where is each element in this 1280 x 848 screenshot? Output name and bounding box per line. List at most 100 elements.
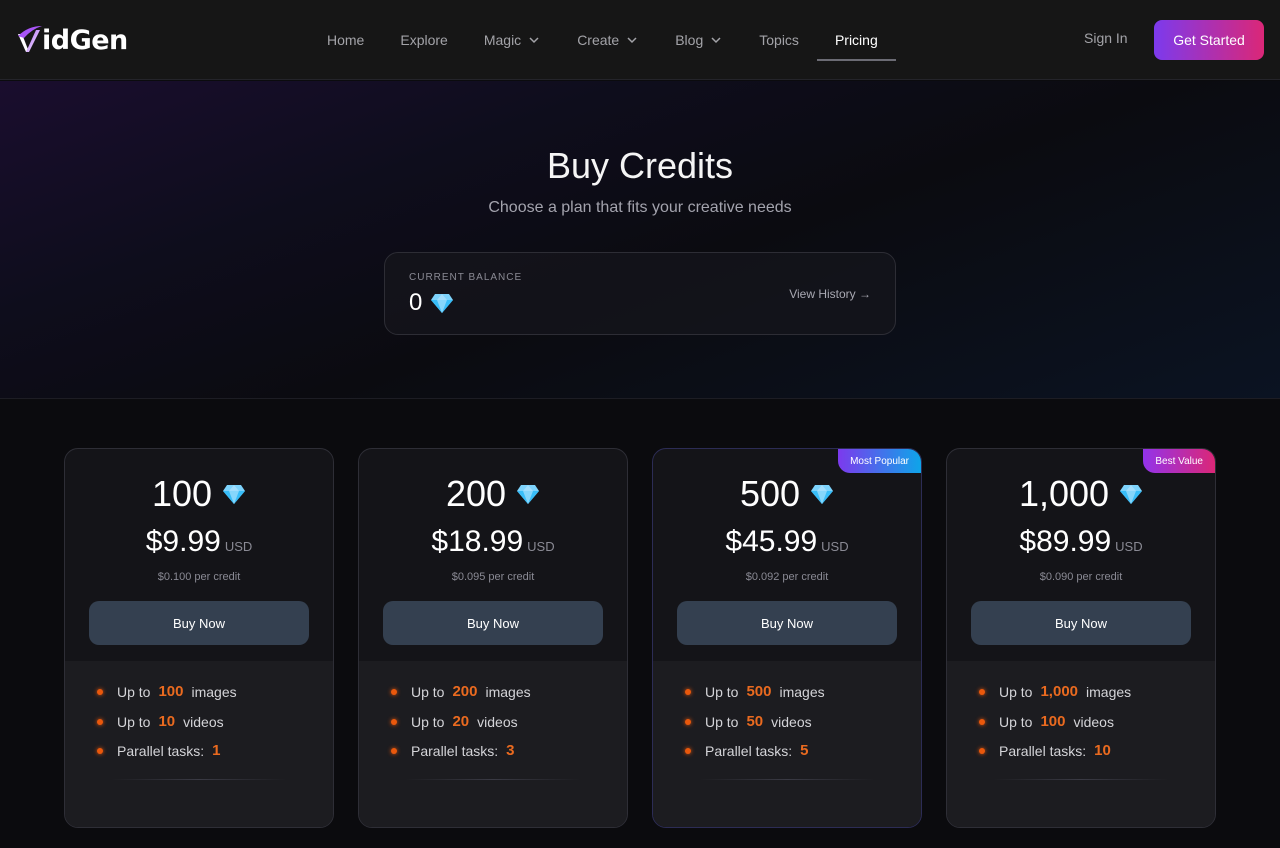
feature-value: 100 xyxy=(1040,713,1066,730)
nav-item-blog[interactable]: Blog xyxy=(657,20,741,60)
feature-text: videos xyxy=(1073,713,1114,730)
bullet-dot xyxy=(979,718,985,725)
plan-price-currency: USD xyxy=(821,539,849,554)
plan-card-100: 100 $9.99 USD $0.100 per credit Buy Now … xyxy=(64,448,334,828)
get-started-button[interactable]: Get Started xyxy=(1154,20,1264,60)
balance-label: CURRENT BALANCE xyxy=(409,272,523,283)
bullet-dot xyxy=(685,688,691,695)
nav-item-label: Topics xyxy=(759,32,799,48)
feature-text: videos xyxy=(183,713,224,730)
nav-item-pricing[interactable]: Pricing xyxy=(816,20,896,61)
plan-price: $89.99 USD xyxy=(947,525,1215,559)
feature-value: 500 xyxy=(746,683,772,700)
nav-item-create[interactable]: Create xyxy=(559,20,657,60)
plan-price: $18.99 USD xyxy=(359,525,627,559)
bullet-dot xyxy=(979,747,985,754)
divider xyxy=(111,779,287,780)
plan-price-currency: USD xyxy=(224,539,253,554)
feature-videos: Up to 20 videos xyxy=(391,713,518,730)
buy-now-button[interactable]: Buy Now xyxy=(677,601,897,645)
view-history-link[interactable]: View History → xyxy=(789,287,871,301)
nav-links: Home Explore Magic Create Blog Topics Pr… xyxy=(309,0,896,80)
bullet-dot xyxy=(685,718,691,725)
feature-images: Up to 1,000 images xyxy=(979,683,1131,700)
feature-images: Up to 500 images xyxy=(685,683,825,700)
feature-value: 3 xyxy=(506,742,515,759)
balance-card: CURRENT BALANCE 0 View History → xyxy=(384,252,896,335)
plan-per-credit: $0.090 per credit xyxy=(1039,571,1123,583)
plan-credits-value: 200 xyxy=(445,473,507,514)
feature-value: 100 xyxy=(158,683,184,700)
nav-item-label: Explore xyxy=(400,32,448,48)
gem-icon xyxy=(1120,485,1143,504)
pricing-cards: 100 $9.99 USD $0.100 per credit Buy Now … xyxy=(64,448,1216,848)
plan-credits: 1,000 xyxy=(947,473,1215,515)
plan-card-200: 200 $18.99 USD $0.095 per credit Buy Now… xyxy=(358,448,628,828)
brand-logo[interactable]: idGen xyxy=(16,22,128,58)
divider xyxy=(699,779,875,780)
feature-value: 1,000 xyxy=(1040,683,1079,700)
feature-value: 10 xyxy=(1094,742,1111,759)
gem-icon xyxy=(811,485,834,504)
divider xyxy=(405,779,581,780)
feature-text: Parallel tasks: xyxy=(117,742,205,759)
feature-images: Up to 200 images xyxy=(391,683,531,700)
best-value-badge: Best Value xyxy=(1143,449,1215,473)
feature-text: Up to xyxy=(117,683,151,700)
feature-videos: Up to 100 videos xyxy=(979,713,1114,730)
plan-price-currency: USD xyxy=(1115,539,1143,554)
feature-value: 10 xyxy=(158,713,176,730)
buy-now-button[interactable]: Buy Now xyxy=(971,601,1191,645)
brand-name: idGen xyxy=(42,24,128,56)
feature-videos: Up to 50 videos xyxy=(685,713,812,730)
plan-credits-value: 100 xyxy=(151,473,213,514)
feature-text: Up to xyxy=(999,713,1033,730)
plan-per-credit: $0.095 per credit xyxy=(451,571,535,583)
nav-item-magic[interactable]: Magic xyxy=(466,20,559,60)
feature-parallel-tasks: Parallel tasks: 10 xyxy=(979,742,1111,759)
feature-value: 5 xyxy=(800,742,809,759)
plan-price: $9.99 USD xyxy=(65,525,333,559)
plan-card-1000: Best Value 1,000 $89.99 USD $0.090 per c… xyxy=(946,448,1216,828)
feature-text: images xyxy=(779,683,825,700)
plan-price-amount: $45.99 xyxy=(725,525,818,558)
buy-now-button[interactable]: Buy Now xyxy=(383,601,603,645)
feature-text: Up to xyxy=(999,683,1033,700)
feature-parallel-tasks: Parallel tasks: 3 xyxy=(391,742,515,759)
balance-amount: 0 xyxy=(409,289,454,317)
plan-features: Up to 500 images Up to 50 videos Parallel ta… xyxy=(653,661,921,827)
buy-now-button[interactable]: Buy Now xyxy=(89,601,309,645)
plan-price-amount: $18.99 xyxy=(431,525,524,558)
feature-text: videos xyxy=(771,713,812,730)
nav-item-label: Blog xyxy=(675,32,704,48)
nav-item-label: Create xyxy=(577,32,620,48)
plan-features: Up to 100 images Up to 10 videos Parallel ta… xyxy=(65,661,333,827)
nav-item-home[interactable]: Home xyxy=(309,20,382,60)
feature-text: Up to xyxy=(705,683,739,700)
bullet-dot xyxy=(97,718,103,725)
nav-item-label: Pricing xyxy=(834,32,878,48)
nav-item-topics[interactable]: Topics xyxy=(741,20,817,60)
sign-in-link[interactable]: Sign In xyxy=(1084,30,1128,46)
chevron-down-icon xyxy=(529,37,539,44)
feature-text: images xyxy=(191,683,237,700)
plan-card-500: Most Popular 500 $45.99 USD $0.092 per c… xyxy=(652,448,922,828)
gem-icon xyxy=(223,485,246,504)
most-popular-badge: Most Popular xyxy=(838,449,921,473)
plan-features: Up to 1,000 images Up to 100 videos Parallel… xyxy=(947,661,1215,827)
plan-credits: 200 xyxy=(359,473,627,515)
feature-text: images xyxy=(485,683,531,700)
feature-text: Parallel tasks: xyxy=(999,742,1087,759)
hero-section: Buy Credits Choose a plan that fits your… xyxy=(0,81,1280,399)
nav-item-explore[interactable]: Explore xyxy=(382,20,465,60)
feature-text: Up to xyxy=(411,683,445,700)
plan-per-credit: $0.092 per credit xyxy=(745,571,829,583)
plan-price-amount: $9.99 xyxy=(145,525,221,558)
gem-icon xyxy=(517,485,540,504)
plan-credits-value: 500 xyxy=(739,473,801,514)
gem-icon xyxy=(431,294,454,313)
plan-credits: 500 xyxy=(653,473,921,515)
logo-v-icon xyxy=(18,26,42,52)
page-subtitle: Choose a plan that fits your creative ne… xyxy=(488,199,792,216)
balance-value: 0 xyxy=(409,289,423,316)
